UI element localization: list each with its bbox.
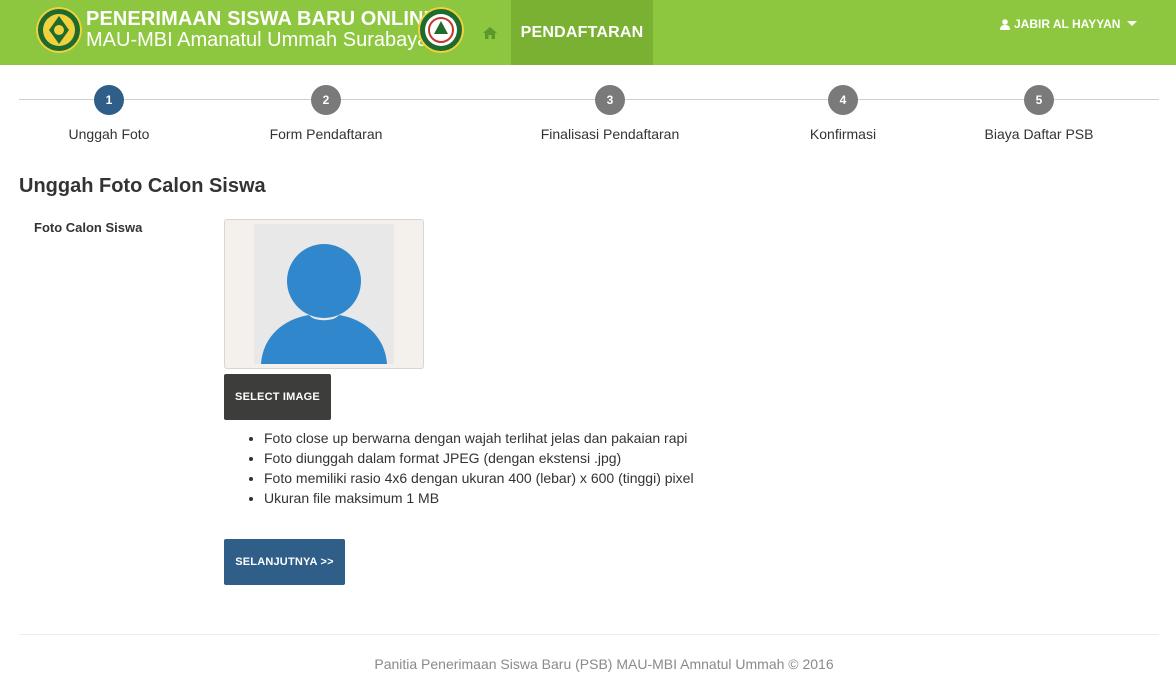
stepper-track (19, 99, 1159, 100)
step-3-circle[interactable]: 3 (595, 85, 625, 115)
school-logo-right (418, 7, 464, 53)
step-4-label: Konfirmasi (809, 126, 877, 142)
home-icon (483, 26, 497, 39)
home-link[interactable] (472, 0, 508, 65)
footer-text: Panitia Penerimaan Siswa Baru (PSB) MAU-… (374, 656, 834, 672)
list-item: Foto close up berwarna dengan wajah terl… (264, 430, 694, 450)
photo-preview (224, 219, 424, 369)
list-item: Foto diunggah dalam format JPEG (dengan … (264, 450, 694, 470)
step-1-circle[interactable]: 1 (94, 85, 124, 115)
site-title: PENERIMAAN SISWA BARU ONLINE (86, 8, 437, 30)
avatar-placeholder-icon (261, 244, 387, 364)
step-5-circle[interactable]: 5 (1024, 85, 1054, 115)
list-item: Ukuran file maksimum 1 MB (264, 490, 694, 510)
step-3-label: Finalisasi Pendaftaran (540, 126, 680, 142)
step-2-label: Form Pendaftaran (269, 126, 383, 142)
user-icon (1000, 18, 1010, 30)
step-5-label: Biaya Daftar PSB (984, 126, 1094, 142)
list-item: Foto memiliki rasio 4x6 dengan ukuran 40… (264, 470, 694, 490)
photo-placeholder (254, 224, 394, 364)
photo-field-label: Foto Calon Siswa (34, 220, 143, 235)
page-title: Unggah Foto Calon Siswa (19, 175, 266, 197)
step-2-circle[interactable]: 2 (311, 85, 341, 115)
site-subtitle: MAU-MBI Amanatul Ummah Surabaya (86, 29, 429, 51)
chevron-down-icon[interactable] (1127, 21, 1137, 26)
step-4-circle[interactable]: 4 (828, 85, 858, 115)
school-logo-left (36, 7, 82, 53)
top-navbar: PENERIMAAN SISWA BARU ONLINE MAU-MBI Ama… (0, 0, 1176, 65)
footer-divider (19, 634, 1159, 635)
photo-requirements-list: Foto close up berwarna dengan wajah terl… (264, 430, 694, 510)
nav-pendaftaran[interactable]: PENDAFTARAN (511, 0, 653, 65)
user-menu[interactable]: JABIR AL HAYYAN (1000, 17, 1120, 31)
next-button[interactable]: SELANJUTNYA >> (224, 539, 345, 585)
step-1-label: Unggah Foto (68, 126, 150, 142)
select-image-button[interactable]: SELECT IMAGE (224, 374, 331, 420)
user-name: JABIR AL HAYYAN (1014, 17, 1121, 31)
